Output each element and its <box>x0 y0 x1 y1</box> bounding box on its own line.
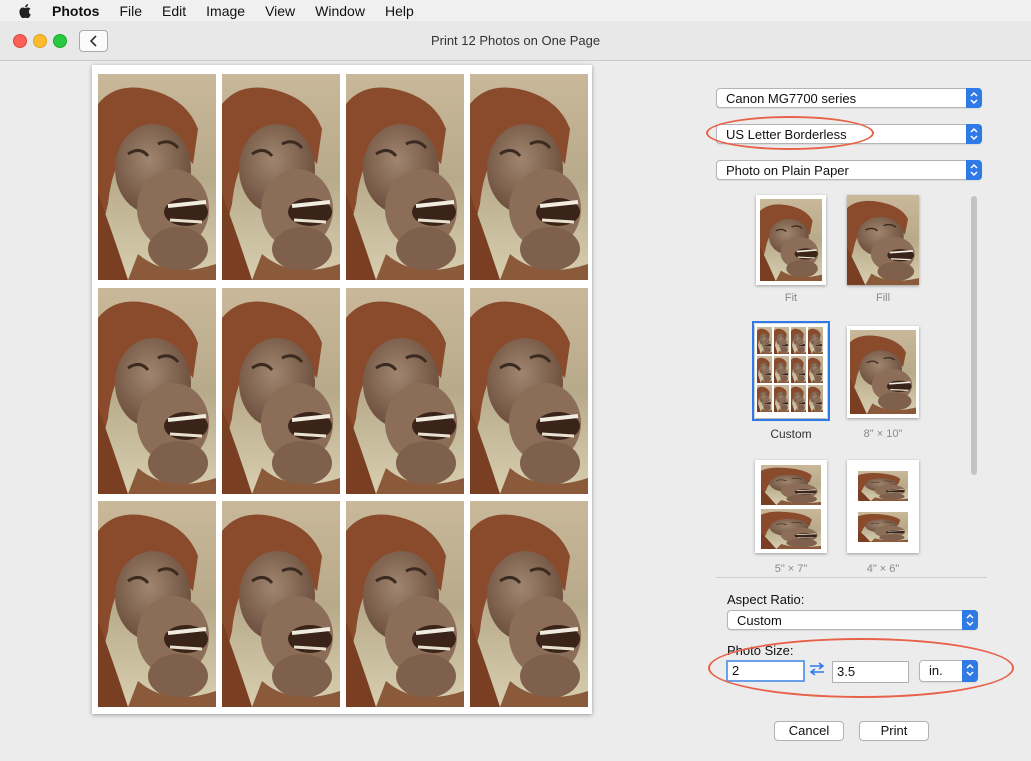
mini-photo <box>774 356 789 383</box>
printer-value: Canon MG7700 series <box>726 91 857 106</box>
paper-type-popup[interactable]: Photo on Plain Paper <box>716 160 982 180</box>
preset-4x6[interactable] <box>847 460 919 553</box>
divider <box>716 577 987 578</box>
popup-arrows-icon <box>966 88 982 108</box>
menu-window[interactable]: Window <box>315 3 365 19</box>
paper-type-value: Photo on Plain Paper <box>726 163 849 178</box>
print-button[interactable]: Print <box>859 721 929 741</box>
preset-fill[interactable] <box>847 195 919 285</box>
preview-photo <box>346 288 464 494</box>
popup-arrows-icon <box>966 124 982 144</box>
preset-label-fit: Fit <box>784 292 798 304</box>
menu-view[interactable]: View <box>265 3 295 19</box>
menu-help[interactable]: Help <box>385 3 414 19</box>
annotation-ellipse <box>708 638 1014 698</box>
preset-thumbnail-photo <box>847 195 919 285</box>
mini-photo <box>774 385 789 412</box>
preview-photo <box>98 74 216 280</box>
menu-app-photos[interactable]: Photos <box>52 3 99 19</box>
mini-photo <box>808 327 823 354</box>
preset-5x7[interactable] <box>755 460 827 553</box>
preset-fit[interactable] <box>756 195 826 285</box>
popup-arrows-icon <box>962 610 978 630</box>
presets-scrollbar[interactable] <box>971 196 977 475</box>
preset-label-fill: Fill <box>875 292 891 304</box>
annotation-ellipse <box>706 116 874 150</box>
mini-photo <box>757 327 772 354</box>
preview-photo <box>470 74 588 280</box>
aspect-ratio-value: Custom <box>737 613 782 628</box>
mini-photo <box>757 385 772 412</box>
preview-photo <box>222 288 340 494</box>
preset-thumbnail-photo <box>761 465 821 505</box>
printer-popup[interactable]: Canon MG7700 series <box>716 88 982 108</box>
mini-photo <box>808 356 823 383</box>
mini-photo <box>757 356 772 383</box>
preset-label-5x7: 5" × 7" <box>774 563 808 575</box>
print-preview-page <box>92 65 592 714</box>
preset-label-4x6: 4" × 6" <box>866 563 900 575</box>
menu-edit[interactable]: Edit <box>162 3 186 19</box>
preview-photo <box>346 74 464 280</box>
preview-photo <box>222 74 340 280</box>
title-bar: Print 12 Photos on One Page <box>0 21 1031 61</box>
mini-photo <box>791 327 806 354</box>
preset-8x10[interactable] <box>847 326 919 418</box>
window-title: Print 12 Photos on One Page <box>430 33 601 48</box>
preview-photo <box>346 501 464 707</box>
menu-image[interactable]: Image <box>206 3 245 19</box>
preview-photo <box>98 288 216 494</box>
mini-photo <box>791 356 806 383</box>
custom-grid <box>757 327 825 415</box>
preset-thumbnail-photo <box>850 330 916 414</box>
menu-bar: Photos File Edit Image View Window Help <box>0 0 1031 22</box>
mini-photo <box>791 385 806 412</box>
preset-thumbnail-photo <box>760 199 822 281</box>
mini-photo <box>808 385 823 412</box>
preview-photo <box>98 501 216 707</box>
preview-photo <box>222 501 340 707</box>
cancel-button[interactable]: Cancel <box>774 721 844 741</box>
aspect-ratio-popup[interactable]: Custom <box>727 610 978 630</box>
apple-menu-icon[interactable] <box>18 3 32 18</box>
preset-label-custom: Custom <box>770 427 812 441</box>
preset-thumbnail-photo <box>761 509 821 549</box>
popup-arrows-icon <box>966 160 982 180</box>
preview-photo <box>470 501 588 707</box>
aspect-ratio-label: Aspect Ratio: <box>727 592 805 607</box>
preview-photo <box>470 288 588 494</box>
menu-file[interactable]: File <box>119 3 142 19</box>
preset-thumbnail-photo <box>858 471 908 501</box>
preset-label-8x10: 8" × 10" <box>863 428 903 440</box>
mini-photo <box>774 327 789 354</box>
preset-custom[interactable] <box>752 321 830 421</box>
preset-thumbnail-photo <box>858 512 908 542</box>
